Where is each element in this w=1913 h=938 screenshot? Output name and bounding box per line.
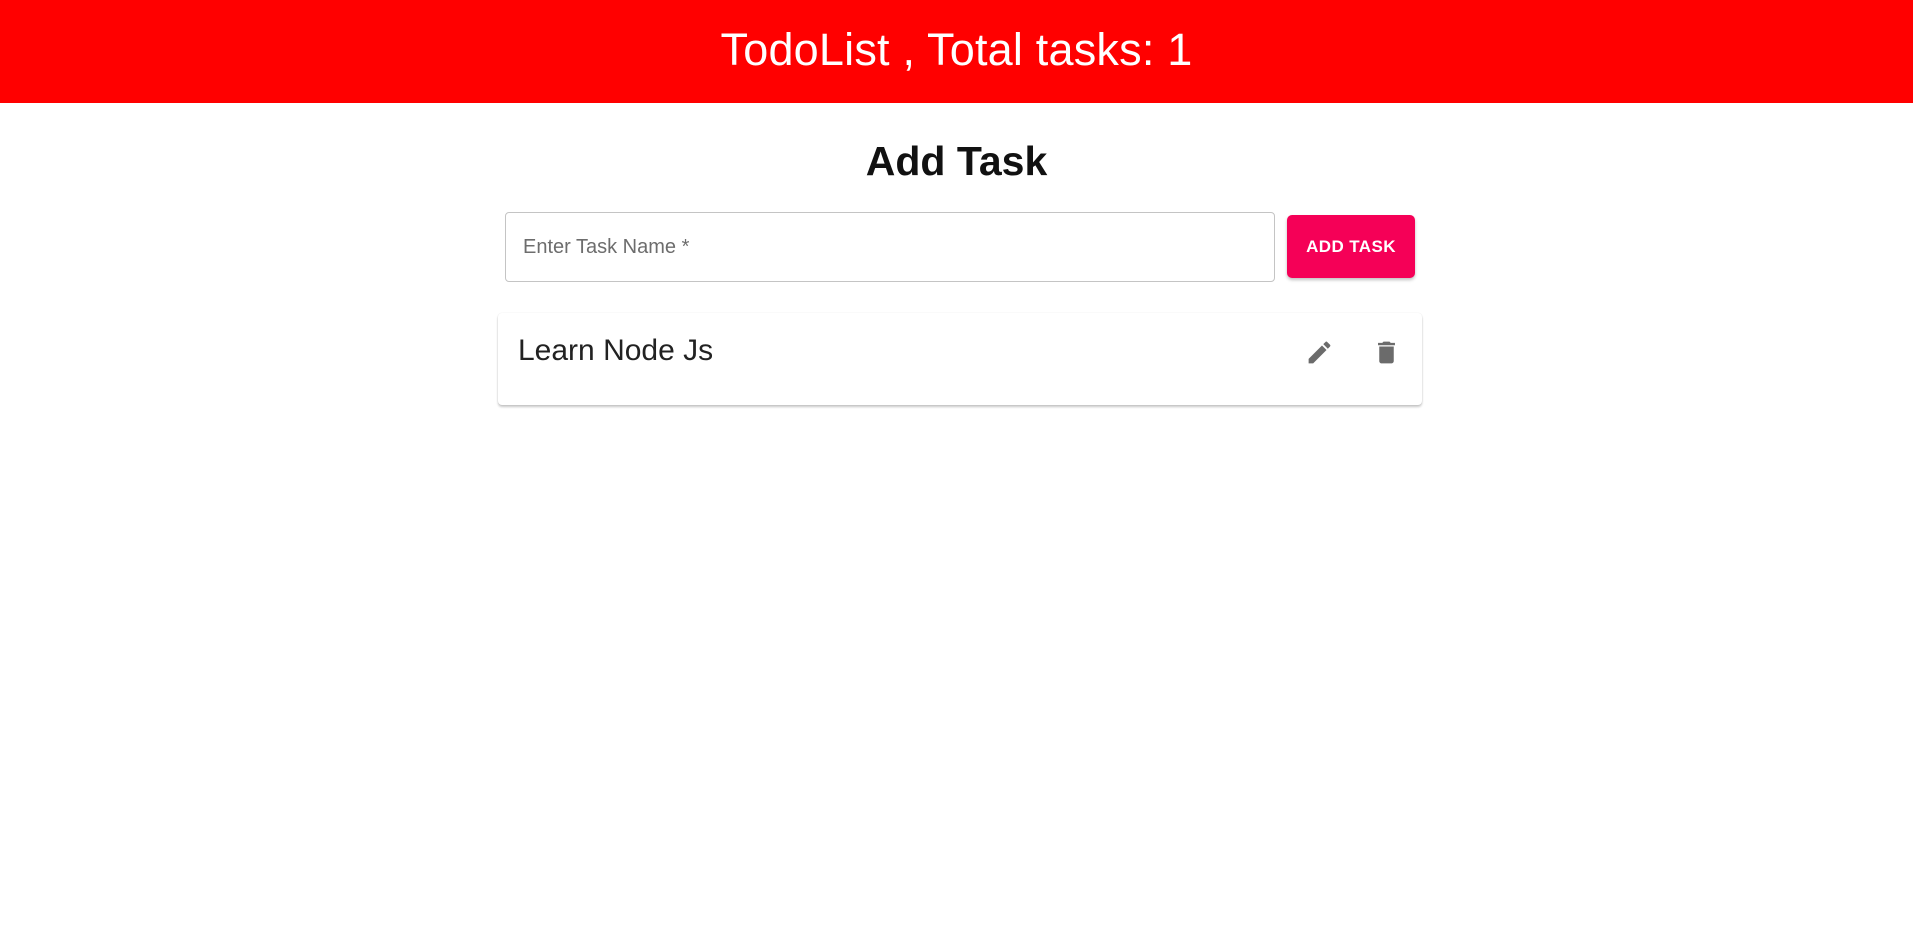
trash-icon (1377, 341, 1395, 363)
edit-task-button[interactable] (1299, 332, 1339, 372)
task-list-item: Learn Node Js (498, 313, 1422, 405)
delete-task-button[interactable] (1366, 332, 1406, 372)
add-task-button[interactable]: ADD TASK (1287, 215, 1415, 278)
app-title: TodoList , Total tasks: 1 (720, 23, 1193, 75)
app-bar: TodoList , Total tasks: 1 (0, 0, 1913, 103)
add-task-heading: Add Task (865, 138, 1048, 184)
task-name: Learn Node Js (518, 334, 714, 367)
task-name-input[interactable] (505, 212, 1275, 282)
pencil-icon (1308, 341, 1330, 363)
